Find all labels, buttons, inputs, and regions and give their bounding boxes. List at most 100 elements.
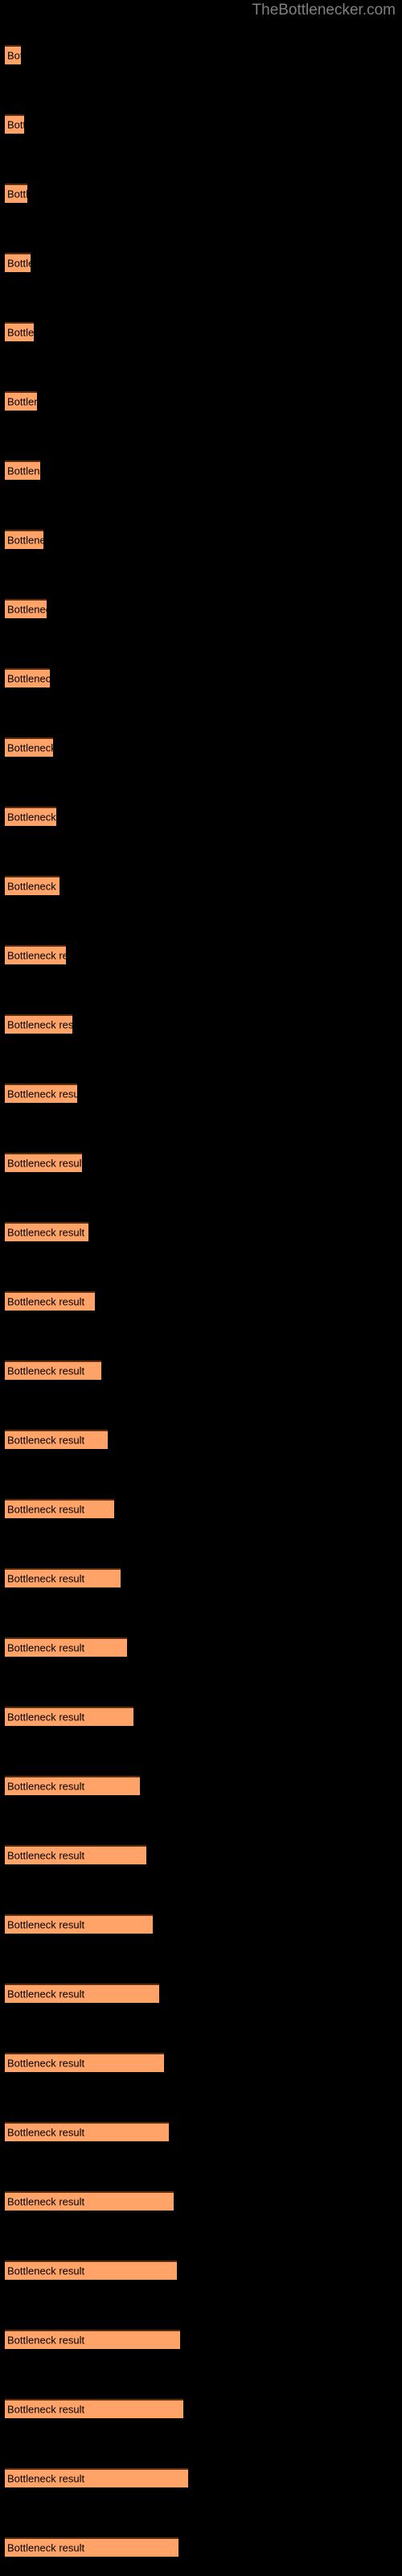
bar-label: Bottleneck result — [7, 1226, 85, 1239]
chart-bar[interactable]: Bottleneck result — [5, 2399, 183, 2418]
chart-bar[interactable]: Bottleneck result — [5, 1637, 127, 1657]
chart-bar[interactable]: Bottleneck result — [5, 114, 24, 134]
bar-label: Bottleneck result — [7, 49, 21, 62]
chart-bar[interactable]: Bottleneck result — [5, 2537, 178, 2557]
bar-label: Bottleneck result — [7, 1434, 85, 1447]
bar-row: Bottleneck result — [0, 2537, 402, 2557]
chart-bar[interactable]: Bottleneck result — [5, 2260, 177, 2280]
bar-row: Bottleneck result — [0, 1499, 402, 1518]
bar-label: Bottleneck result — [7, 326, 34, 339]
bar-row: Bottleneck result — [0, 322, 402, 341]
bar-row: Bottleneck result — [0, 1637, 402, 1657]
bar-row: Bottleneck result — [0, 1222, 402, 1241]
bar-label: Bottleneck result — [7, 741, 53, 754]
bar-row: Bottleneck result — [0, 1291, 402, 1311]
bar-label: Bottleneck result — [7, 2403, 85, 2416]
chart-bar[interactable]: Bottleneck result — [5, 807, 56, 826]
bar-label: Bottleneck result — [7, 2541, 85, 2554]
chart-bar[interactable]: Bottleneck result — [5, 1776, 140, 1795]
bar-row: Bottleneck result — [0, 1153, 402, 1172]
bar-row: Bottleneck result — [0, 945, 402, 964]
bar-row: Bottleneck result — [0, 1984, 402, 2003]
bar-row: Bottleneck result — [0, 460, 402, 480]
chart-bar[interactable]: Bottleneck result — [5, 2122, 169, 2141]
chart-bar[interactable]: Bottleneck result — [5, 253, 31, 272]
chart-bar[interactable]: Bottleneck result — [5, 1360, 101, 1380]
bar-label: Bottleneck result — [7, 534, 43, 547]
chart-bar[interactable]: Bottleneck result — [5, 1984, 159, 2003]
bar-label: Bottleneck result — [7, 188, 27, 200]
bar-row: Bottleneck result — [0, 737, 402, 757]
bar-label: Bottleneck result — [7, 672, 50, 685]
bar-label: Bottleneck result — [7, 1988, 85, 2000]
bar-label: Bottleneck result — [7, 2334, 85, 2347]
chart-bar[interactable]: Bottleneck result — [5, 2191, 174, 2211]
bar-row: Bottleneck result — [0, 2053, 402, 2072]
chart-bar[interactable]: Bottleneck result — [5, 1707, 133, 1726]
bar-label: Bottleneck result — [7, 257, 31, 270]
chart-bar[interactable]: Bottleneck result — [5, 460, 40, 480]
chart-bar[interactable]: Bottleneck result — [5, 1084, 77, 1103]
bar-label: Bottleneck result — [7, 880, 59, 893]
chart-bar[interactable]: Bottleneck result — [5, 1914, 153, 1934]
chart-bar[interactable]: Bottleneck result — [5, 1222, 88, 1241]
chart-bar[interactable]: Bottleneck result — [5, 876, 59, 895]
bar-label: Bottleneck result — [7, 1572, 85, 1585]
bar-row: Bottleneck result — [0, 1084, 402, 1103]
bar-label: Bottleneck result — [7, 2126, 85, 2139]
chart-bar[interactable]: Bottleneck result — [5, 668, 50, 687]
bar-row: Bottleneck result — [0, 1776, 402, 1795]
bar-row: Bottleneck result — [0, 2330, 402, 2349]
chart-bar[interactable]: Bottleneck result — [5, 2053, 164, 2072]
chart-bar[interactable]: Bottleneck result — [5, 599, 47, 618]
bar-row: Bottleneck result — [0, 668, 402, 687]
bar-row: Bottleneck result — [0, 2122, 402, 2141]
bar-label: Bottleneck result — [7, 603, 47, 616]
bar-row: Bottleneck result — [0, 1914, 402, 1934]
chart-bar[interactable]: Bottleneck result — [5, 945, 66, 964]
bar-label: Bottleneck result — [7, 118, 24, 131]
bar-label: Bottleneck result — [7, 2264, 85, 2277]
chart-bar[interactable]: Bottleneck result — [5, 1291, 95, 1311]
bar-label: Bottleneck result — [7, 1641, 85, 1654]
bar-label: Bottleneck result — [7, 1157, 82, 1170]
chart-bar[interactable]: Bottleneck result — [5, 45, 21, 64]
bar-label: Bottleneck result — [7, 1780, 85, 1793]
chart-bar[interactable]: Bottleneck result — [5, 391, 37, 411]
chart-bar[interactable]: Bottleneck result — [5, 2468, 188, 2487]
bar-row: Bottleneck result — [0, 2468, 402, 2487]
bar-label: Bottleneck result — [7, 395, 37, 408]
bottleneck-bar-chart: Bottleneck result Bottleneck result Bottle… — [0, 0, 402, 2576]
chart-bar[interactable]: Bottleneck result — [5, 737, 53, 757]
bar-label: Bottleneck result — [7, 1018, 72, 1031]
chart-bar[interactable]: Bottleneck result — [5, 1499, 114, 1518]
chart-bar[interactable]: Bottleneck result — [5, 2330, 180, 2349]
bar-row: Bottleneck result — [0, 2191, 402, 2211]
bar-label: Bottleneck result — [7, 1503, 85, 1516]
chart-bar[interactable]: Bottleneck result — [5, 1568, 121, 1587]
bar-row: Bottleneck result — [0, 1707, 402, 1726]
chart-bar[interactable]: Bottleneck result — [5, 184, 27, 203]
bar-label: Bottleneck result — [7, 464, 40, 477]
chart-bar[interactable]: Bottleneck result — [5, 1430, 108, 1449]
bar-label: Bottleneck result — [7, 949, 66, 962]
bar-label: Bottleneck result — [7, 1918, 85, 1931]
bar-row: Bottleneck result — [0, 599, 402, 618]
chart-bar[interactable]: Bottleneck result — [5, 1153, 82, 1172]
bar-label: Bottleneck result — [7, 1711, 85, 1724]
bar-row: Bottleneck result — [0, 253, 402, 272]
bar-row: Bottleneck result — [0, 184, 402, 203]
chart-bar[interactable]: Bottleneck result — [5, 1014, 72, 1034]
bar-label: Bottleneck result — [7, 1088, 77, 1100]
bar-row: Bottleneck result — [0, 391, 402, 411]
chart-bar[interactable]: Bottleneck result — [5, 322, 34, 341]
bar-row: Bottleneck result — [0, 807, 402, 826]
bar-label: Bottleneck result — [7, 1295, 85, 1308]
chart-bar[interactable]: Bottleneck result — [5, 530, 43, 549]
bar-label: Bottleneck result — [7, 2057, 85, 2070]
chart-bar[interactable]: Bottleneck result — [5, 1845, 146, 1864]
bar-row: Bottleneck result — [0, 1845, 402, 1864]
bar-label: Bottleneck result — [7, 2472, 85, 2485]
bar-label: Bottleneck result — [7, 1364, 85, 1377]
bar-row: Bottleneck result — [0, 1568, 402, 1587]
